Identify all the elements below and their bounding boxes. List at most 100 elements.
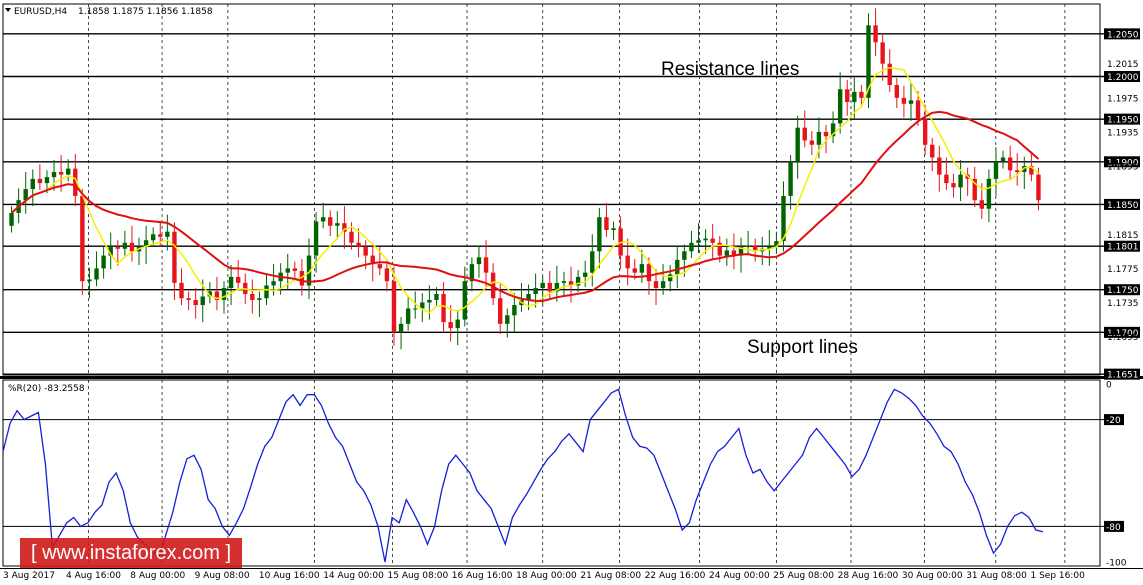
candle-body[interactable] (271, 281, 276, 286)
candle-body[interactable] (951, 183, 956, 188)
candle-body[interactable] (561, 281, 567, 283)
candle-body[interactable] (129, 242, 135, 252)
candle-body[interactable] (639, 264, 645, 273)
candle-body[interactable] (632, 268, 637, 273)
candle-body[interactable] (993, 161, 999, 179)
candle-body[interactable] (696, 240, 701, 243)
candle-body[interactable] (887, 63, 892, 86)
dropdown-triangle-icon[interactable] (5, 8, 11, 12)
candle-body[interactable] (625, 255, 630, 269)
candle-body[interactable] (901, 97, 907, 104)
candle-body[interactable] (667, 274, 673, 282)
candle-body[interactable] (660, 281, 666, 289)
candle-body[interactable] (710, 238, 715, 243)
forex-chart[interactable]: 1.20501.20151.20001.19751.19501.19351.19… (0, 0, 1143, 585)
candle-body[interactable] (837, 89, 843, 124)
candle-body[interactable] (51, 172, 57, 178)
candle-body[interactable] (498, 298, 503, 324)
candle-body[interactable] (292, 268, 298, 271)
candle-body[interactable] (264, 285, 269, 299)
candle-body[interactable] (228, 276, 234, 289)
candle-body[interactable] (1000, 157, 1006, 162)
candle-body[interactable] (859, 91, 864, 98)
candle-body[interactable] (590, 251, 595, 273)
candle-body[interactable] (87, 279, 92, 282)
candle-body[interactable] (682, 251, 687, 260)
candle-body[interactable] (604, 217, 609, 231)
candle-body[interactable] (150, 234, 156, 241)
candle-body[interactable] (65, 168, 71, 175)
candle-body[interactable] (413, 308, 418, 310)
candle-body[interactable] (533, 288, 538, 294)
candle-body[interactable] (285, 268, 290, 273)
candle-body[interactable] (9, 212, 14, 226)
candle-body[interactable] (979, 200, 985, 209)
candle-body[interactable] (356, 242, 361, 248)
candle-body[interactable] (809, 140, 815, 145)
candle-body[interactable] (221, 288, 227, 300)
candle-body[interactable] (405, 308, 411, 324)
candle-body[interactable] (505, 315, 510, 324)
candle-body[interactable] (922, 119, 928, 145)
candle-body[interactable] (455, 319, 460, 329)
candle-body[interactable] (427, 299, 432, 303)
candle-body[interactable] (930, 144, 935, 158)
candle-body[interactable] (30, 178, 35, 190)
candle-body[interactable] (802, 127, 807, 141)
candle-body[interactable] (200, 296, 205, 306)
candle-body[interactable] (894, 85, 900, 98)
candle-body[interactable] (115, 247, 120, 249)
candle-body[interactable] (795, 127, 800, 162)
candle-body[interactable] (958, 174, 963, 188)
candle-body[interactable] (512, 305, 517, 316)
candle-body[interactable] (44, 177, 50, 184)
candle-body[interactable] (788, 161, 793, 196)
candle-body[interactable] (540, 282, 545, 289)
candle-body[interactable] (328, 217, 333, 226)
candle-body[interactable] (724, 250, 730, 256)
candle-body[interactable] (908, 100, 914, 104)
candle-body[interactable] (363, 247, 368, 256)
candle-body[interactable] (434, 293, 439, 300)
candle-body[interactable] (257, 298, 262, 300)
candle-body[interactable] (915, 100, 921, 120)
candle-body[interactable] (94, 268, 99, 280)
candle-body[interactable] (377, 264, 383, 269)
candle-body[interactable] (391, 281, 397, 333)
candle-body[interactable] (703, 238, 708, 241)
candle-body[interactable] (937, 157, 942, 175)
candle-body[interactable] (335, 223, 340, 226)
candle-body[interactable] (547, 282, 552, 292)
candle-body[interactable] (1015, 170, 1020, 173)
candle-body[interactable] (880, 42, 885, 64)
candle-body[interactable] (172, 231, 177, 283)
candle-body[interactable] (179, 282, 184, 299)
candle-body[interactable] (37, 178, 43, 184)
candle-body[interactable] (646, 264, 652, 282)
candle-body[interactable] (852, 91, 857, 103)
candle-body[interactable] (448, 322, 453, 329)
candle-body[interactable] (823, 131, 829, 137)
candle-body[interactable] (349, 231, 354, 243)
candle-body[interactable] (653, 281, 659, 289)
candle-body[interactable] (1036, 174, 1041, 201)
candle-body[interactable] (597, 217, 602, 252)
candle-body[interactable] (320, 217, 326, 222)
candle-body[interactable] (845, 89, 850, 103)
candle-body[interactable] (611, 228, 616, 231)
candle-body[interactable] (193, 299, 198, 306)
candle-body[interactable] (986, 178, 992, 209)
candle-body[interactable] (462, 281, 468, 320)
candle-body[interactable] (58, 172, 64, 175)
candle-body[interactable] (441, 293, 446, 323)
candle-body[interactable] (250, 293, 255, 300)
candle-body[interactable] (1007, 157, 1013, 171)
candle-body[interactable] (582, 272, 588, 277)
candle-body[interactable] (235, 276, 241, 283)
candle-body[interactable] (873, 25, 878, 43)
candle-body[interactable] (689, 242, 694, 252)
candle-body[interactable] (384, 268, 390, 282)
candle-body[interactable] (80, 195, 85, 282)
candle-body[interactable] (944, 174, 949, 184)
candle-body[interactable] (158, 234, 163, 237)
